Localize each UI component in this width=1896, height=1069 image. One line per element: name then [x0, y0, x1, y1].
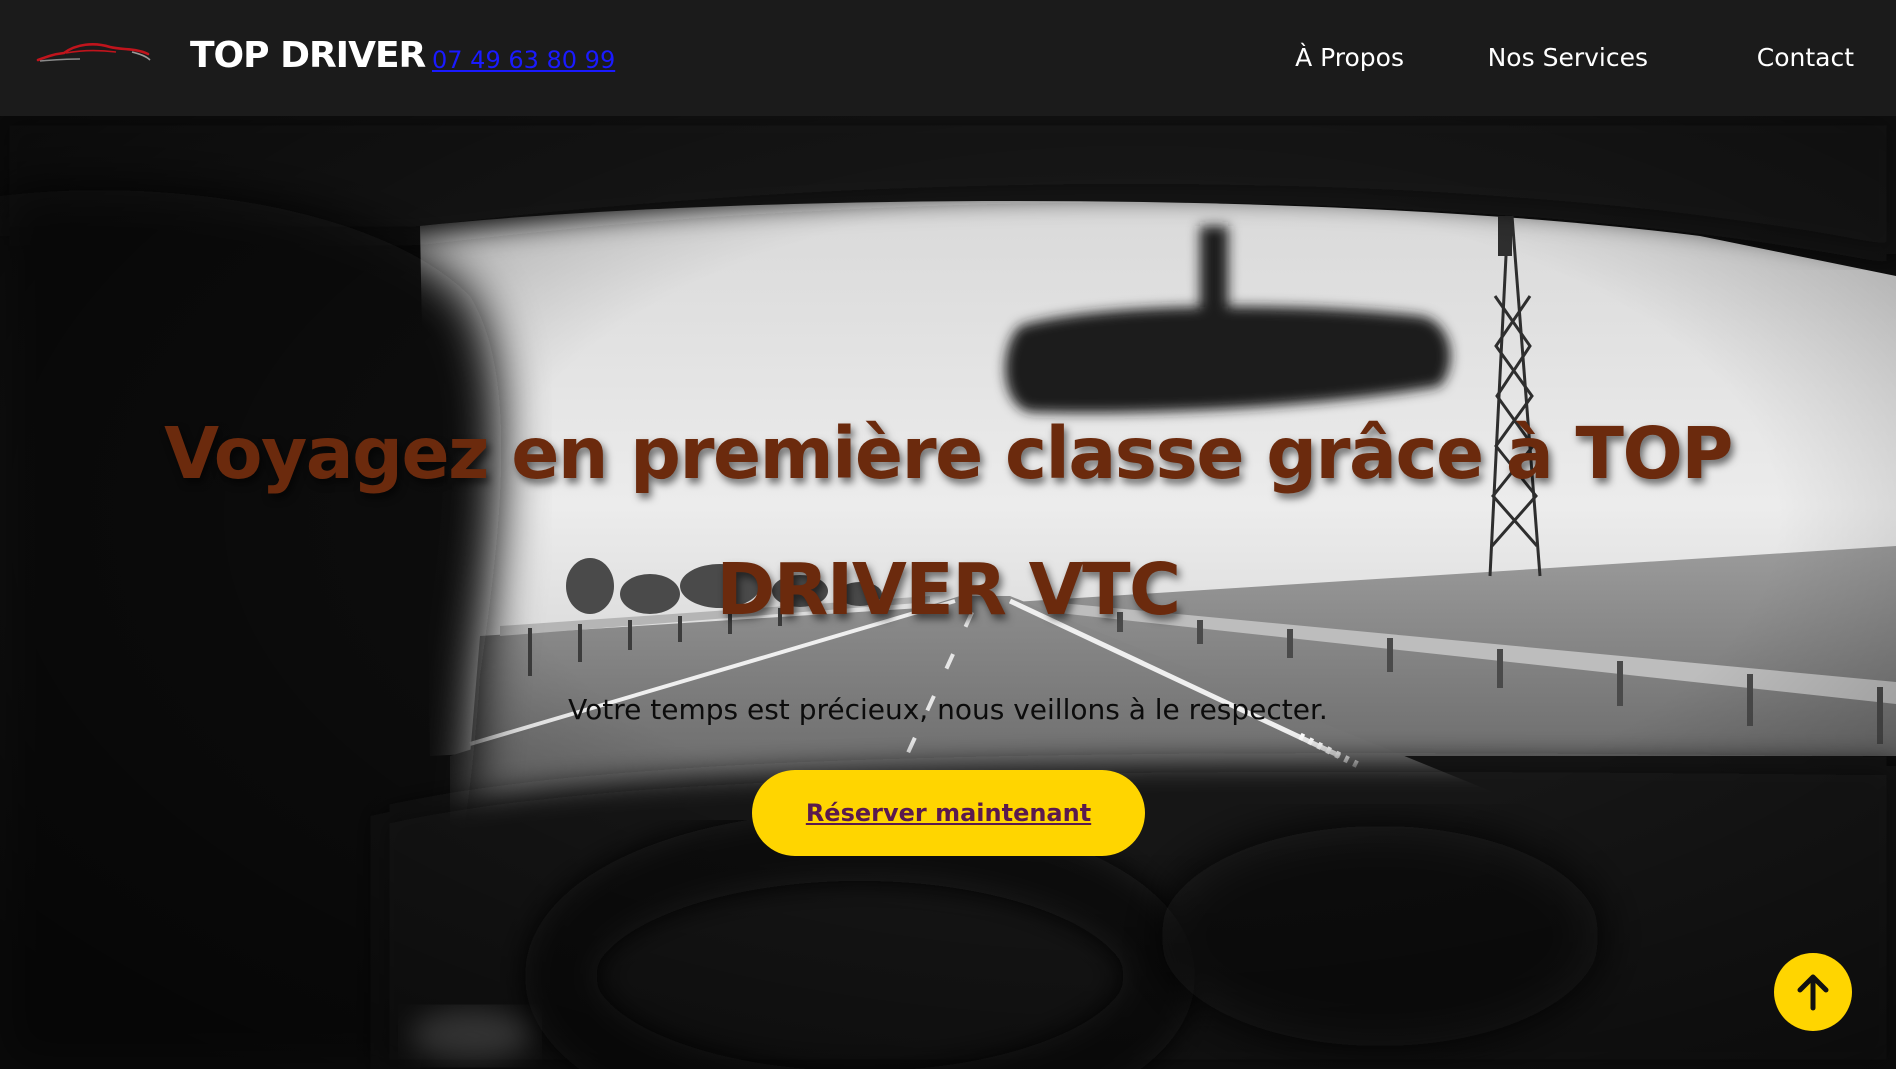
site-header: TOP DRIVER 07 49 63 80 99 À Propos Nos S…	[0, 0, 1896, 116]
nav-link-a-propos[interactable]: À Propos	[1295, 38, 1404, 78]
nav-link-nos-services[interactable]: Nos Services	[1488, 38, 1648, 78]
arrow-up-icon	[1797, 974, 1829, 1011]
nav-link-contact[interactable]: Contact	[1757, 38, 1854, 78]
phone-link[interactable]: 07 49 63 80 99	[432, 44, 615, 76]
scroll-to-top-button[interactable]	[1774, 953, 1852, 1031]
hero-title-line-2: DRIVER VTC	[716, 548, 1181, 631]
hero-section: Voyagez en première classe grâce à TOP D…	[0, 116, 1896, 1069]
book-now-button[interactable]: Réserver maintenant	[752, 770, 1145, 856]
brand-name[interactable]: TOP DRIVER	[190, 30, 426, 82]
hero-title: Voyagez en première classe grâce à TOP D…	[140, 386, 1756, 658]
hero-title-line-1: Voyagez en première classe grâce à TOP	[164, 412, 1733, 495]
sports-car-icon[interactable]	[36, 38, 152, 78]
page: TOP DRIVER 07 49 63 80 99 À Propos Nos S…	[0, 0, 1896, 1069]
hero-subtitle: Votre temps est précieux, nous veillons …	[568, 693, 1328, 726]
